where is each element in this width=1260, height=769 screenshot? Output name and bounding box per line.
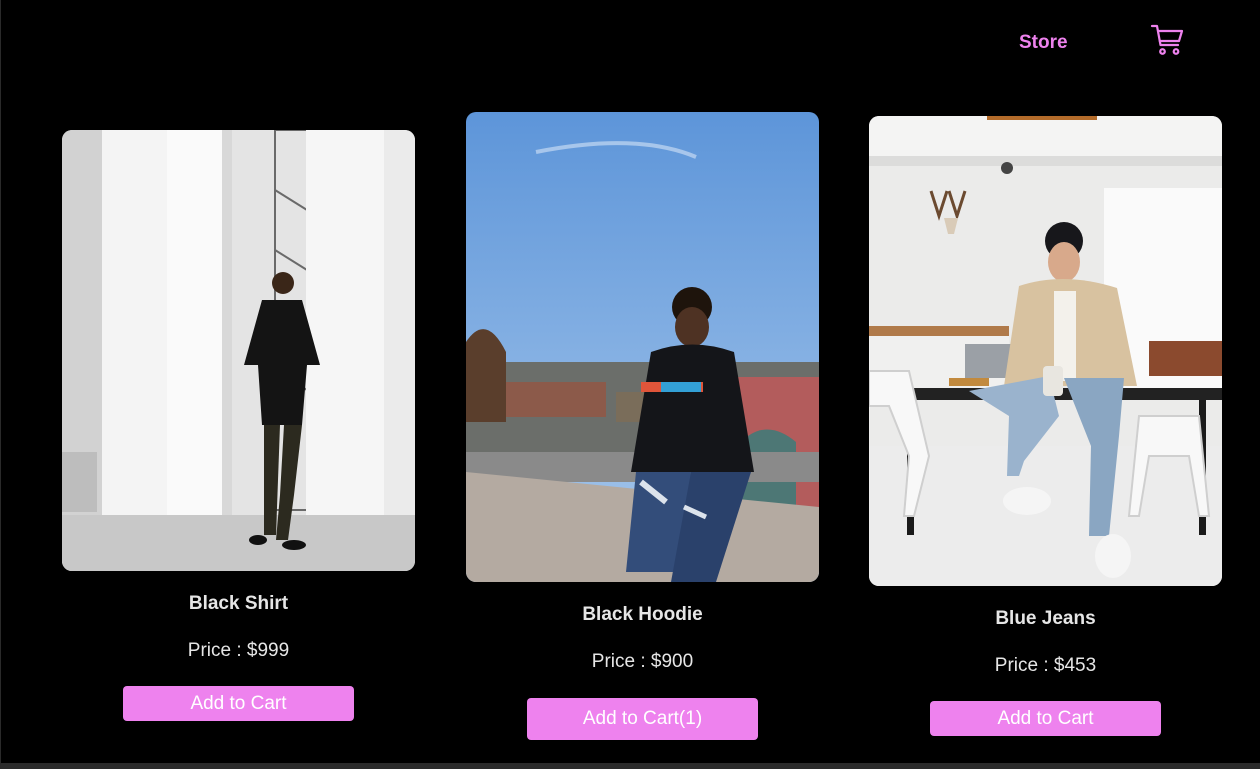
add-to-cart-button[interactable]: Add to Cart	[123, 686, 354, 721]
product-title: Black Hoodie	[582, 604, 703, 625]
shopping-cart-icon	[1150, 24, 1184, 55]
add-to-cart-button[interactable]: Add to Cart	[930, 701, 1161, 736]
window-bottom-edge	[1, 763, 1260, 769]
product-image-black-shirt	[62, 130, 415, 571]
nav-store-link[interactable]: Store	[1019, 32, 1068, 54]
product-image-black-hoodie	[466, 112, 819, 582]
app-root: Store Black Shirt Price: $999 Add to Ca…	[0, 0, 1260, 769]
product-card: Black Hoodie Price : $900 Add to Cart(1)	[466, 112, 819, 740]
product-card: Blue Jeans Price : $453 Add to Cart	[869, 116, 1222, 736]
product-image-blue-jeans	[869, 116, 1222, 586]
product-card: Black Shirt Price : $999 Add to Cart	[62, 130, 415, 721]
product-price: Price : $900	[591, 651, 694, 672]
product-price: Price : $999	[187, 640, 290, 661]
cart-button[interactable]	[1149, 22, 1185, 58]
add-to-cart-button[interactable]: Add to Cart(1)	[527, 698, 758, 740]
product-title: Blue Jeans	[995, 608, 1096, 629]
product-title: Black Shirt	[188, 593, 289, 614]
product-price: Price : $453	[994, 655, 1097, 676]
